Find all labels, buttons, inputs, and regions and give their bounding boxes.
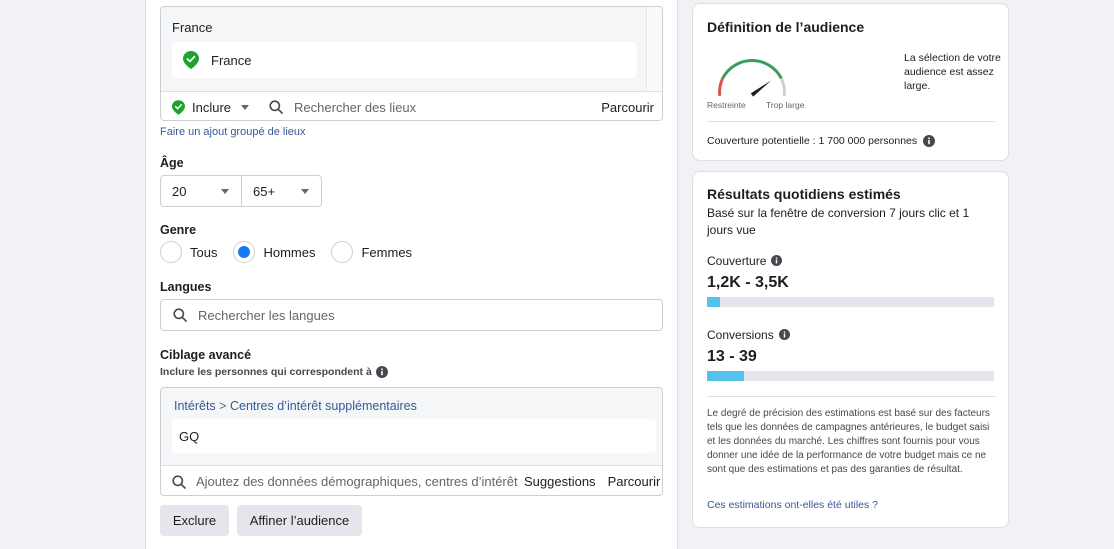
age-min-select[interactable]: 20 [161,176,241,206]
gender-label: Genre [160,223,197,237]
gender-option-label: Hommes [263,244,316,260]
reach-value: 1,2K - 3,5K [707,274,789,291]
gauge-max-label: Trop large [766,100,805,110]
info-icon[interactable] [923,135,936,147]
conversions-bar [707,371,994,381]
targeting-panel: France France Inclure Rechercher des lie… [145,0,678,549]
breadcrumb-additional-interests[interactable]: Centres d’intérêt supplémentaires [230,399,417,413]
location-scrollbar[interactable] [646,7,662,91]
location-chip[interactable]: France [172,42,637,78]
advanced-targeting-sublabel: Inclure les personnes qui correspondent … [160,366,388,378]
age-max-select[interactable]: 65+ [240,176,321,206]
advanced-sublabel-text: Inclure les personnes qui correspondent … [160,366,372,378]
age-label: Âge [160,156,184,170]
age-max-value: 65+ [252,183,276,199]
bulk-add-locations-link[interactable]: Faire un ajout groupé de lieux [160,126,306,138]
languages-label: Langues [160,280,212,294]
age-min-value: 20 [172,183,187,199]
gender-radio-women[interactable] [331,241,354,263]
location-chip-label: France [211,52,252,68]
exclude-button[interactable]: Exclure [160,505,229,536]
potential-reach: Couverture potentielle : 1 700 000 perso… [707,135,936,147]
reach-bar-fill [707,297,720,307]
audience-card-title: Définition de l’audience [707,19,865,35]
feedback-link[interactable]: Ces estimations ont-elles été utiles ? [707,499,878,511]
location-browse-button[interactable]: Parcourir [601,100,654,115]
location-country-header: France [172,20,213,35]
conversions-bar-fill [707,371,745,381]
location-search-row: Inclure Rechercher des lieux Parcourir [161,91,662,120]
location-selected-area: France France [161,7,647,91]
estimated-results-card: Résultats quotidiens estimés Basé sur la… [692,171,1009,528]
chevron-down-icon [241,104,250,110]
gauge-needle [750,80,772,97]
include-label: Inclure [192,99,232,115]
info-icon[interactable] [778,329,791,341]
audience-description: La sélection de votre audience est assez… [904,52,1001,92]
gauge-min-label: Restreinte [707,100,746,110]
advanced-targeting-label: Ciblage avancé [160,348,252,362]
include-dropdown[interactable]: Inclure [172,99,250,115]
gender-radio-group: Tous Hommes Femmes [160,241,428,263]
advanced-search-row: Ajoutez des données démographiques, cent… [161,465,662,495]
location-pin-check-icon [183,51,199,69]
interest-chip[interactable]: GQ [172,419,656,453]
results-subtitle: Basé sur la fenêtre de conversion 7 jour… [707,206,970,237]
search-icon [172,474,186,489]
interest-breadcrumb: Intérêts > Centres d’intérêt supplémenta… [174,399,417,413]
suggestions-button[interactable]: Suggestions [524,474,596,489]
audience-definition-card: Définition de l’audience Restreinte Trop… [692,3,1009,161]
estimates-disclaimer: Le degré de précision des estimations es… [707,408,990,475]
gender-option-label: Tous [190,244,218,260]
breadcrumb-separator: > [219,399,227,413]
reach-label-text: Couverture [707,254,767,268]
location-search-input[interactable]: Rechercher des lieux [294,100,601,115]
reach-label: Couverture [707,254,783,268]
advanced-targeting-box: Intérêts > Centres d’intérêt supplémenta… [160,387,663,496]
divider [707,121,995,122]
gender-radio-men[interactable] [233,241,256,263]
divider [707,396,995,397]
reach-bar [707,297,994,307]
languages-placeholder: Rechercher les langues [198,307,335,323]
include-pin-icon [172,99,185,115]
chevron-down-icon [220,188,229,194]
conversions-label-text: Conversions [707,328,774,342]
gender-radio-all[interactable] [160,241,182,263]
advanced-browse-button[interactable]: Parcourir [608,474,661,489]
refine-audience-button[interactable]: Affiner l’audience [237,505,362,536]
conversions-label: Conversions [707,328,791,342]
location-box: France France Inclure Rechercher des lie… [160,6,663,121]
results-card-title: Résultats quotidiens estimés [707,186,901,202]
advanced-search-input[interactable]: Ajoutez des données démographiques, cent… [196,474,518,489]
info-icon[interactable] [771,255,783,267]
age-range: 20 65+ [160,175,322,207]
potential-reach-text: Couverture potentielle : 1 700 000 perso… [707,135,918,147]
languages-search-input[interactable]: Rechercher les langues [160,299,663,331]
info-icon[interactable] [375,366,388,378]
conversions-value: 13 - 39 [707,348,757,365]
breadcrumb-interests[interactable]: Intérêts [174,399,216,413]
gender-option-label: Femmes [361,244,413,260]
search-icon [173,308,187,322]
advanced-selected-area: Intérêts > Centres d’intérêt supplémenta… [161,388,662,465]
interest-chip-label: GQ [179,428,200,444]
search-icon [269,100,283,114]
chevron-down-icon [301,188,309,194]
